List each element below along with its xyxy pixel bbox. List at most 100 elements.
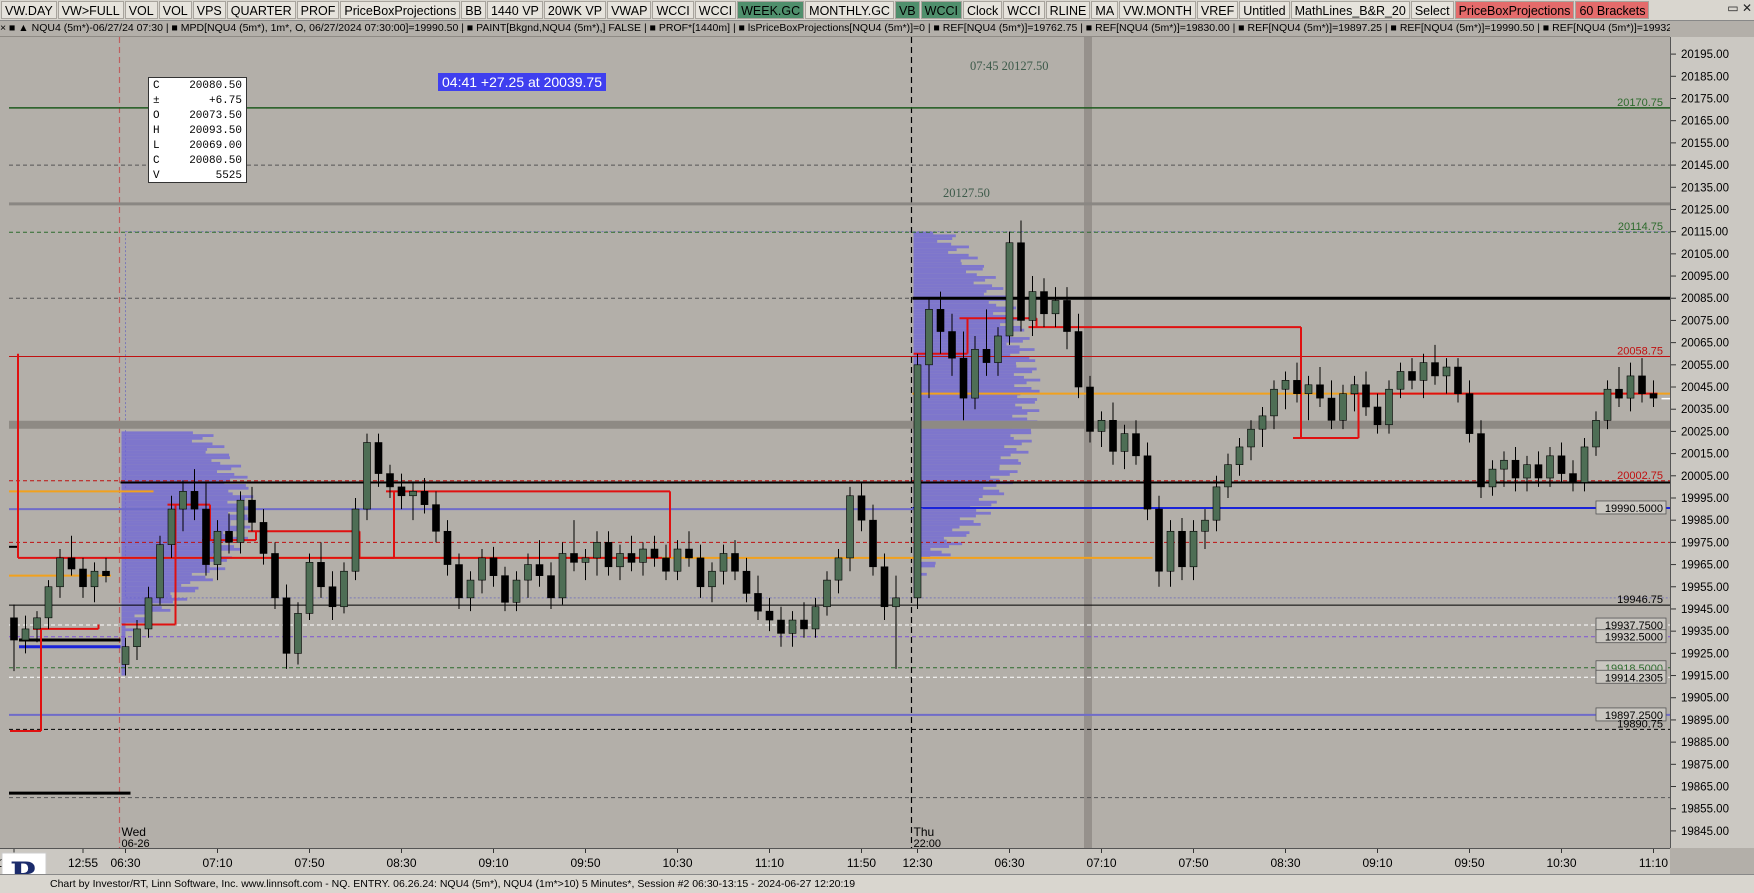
candle-body <box>1419 362 1428 381</box>
toolbar-button-untitled[interactable]: Untitled <box>1239 1 1290 19</box>
candle-body <box>67 557 76 570</box>
candle <box>156 535 164 605</box>
volume-profile-bar <box>913 497 979 501</box>
volume-profile-bar <box>913 237 953 240</box>
price-axis[interactable]: 20195.00 20185.00 20175.00 20165.00 20155.00… <box>1670 37 1754 848</box>
x-tick-label: 08:30 <box>1270 856 1300 870</box>
toolbar-button-priceboxprojections[interactable]: PriceBoxProjections <box>340 1 461 19</box>
toolbar-button-priceboxprojections[interactable]: PriceBoxProjections <box>1454 1 1575 19</box>
candle-body <box>1362 384 1370 408</box>
candle-body <box>1293 380 1301 394</box>
volume-profile-bar <box>913 287 1004 290</box>
ohlc-row: V 5525 <box>153 169 242 184</box>
candle-body <box>56 557 64 588</box>
toolbar-button-vw-day[interactable]: VW.DAY <box>1 1 57 19</box>
volume-profile-bar <box>913 239 938 243</box>
toolbar-button-60-brackets[interactable]: 60 Brackets <box>1575 1 1650 19</box>
x-tick-label: 09:50 <box>570 856 600 870</box>
volume-profile-bar <box>121 525 251 529</box>
volume-profile-bar <box>913 484 997 487</box>
volume-profile-bar <box>913 461 1021 465</box>
candle-body <box>604 542 613 568</box>
volume-profile-bar <box>913 503 992 507</box>
toolbar-button-monthly-gc[interactable]: MONTHLY.GC <box>805 1 894 19</box>
candle-body <box>21 628 30 641</box>
candle-body <box>432 504 440 532</box>
candle-body <box>811 606 820 630</box>
day-label: Wed <box>122 825 146 839</box>
candle-body <box>1580 446 1589 483</box>
candle-body <box>271 553 279 599</box>
candle-body <box>1155 508 1163 572</box>
toolbar-button-rline[interactable]: RLINE <box>1045 1 1091 19</box>
x-tick-label: 10:30 <box>662 856 692 870</box>
volume-profile-bar <box>913 522 981 526</box>
toolbar: VW.DAY VW>FULL VOL VOL VPS QUARTER PROF PriceBo… <box>0 0 1754 21</box>
candle-body <box>1442 366 1451 377</box>
volume-profile-bar <box>121 442 213 446</box>
candle-body <box>708 570 716 588</box>
candle-body <box>719 553 728 572</box>
x-tick-label: 09:50 <box>1454 856 1484 870</box>
toolbar-button-clock[interactable]: Clock <box>962 1 1003 19</box>
toolbar-button-vol[interactable]: VOL <box>124 1 158 19</box>
toolbar-button-20wk-vp[interactable]: 20WK VP <box>543 1 607 19</box>
candle-body <box>351 508 360 572</box>
ohlc-value: 20080.50 <box>189 80 242 92</box>
volume-profile-bar <box>121 620 149 623</box>
volume-profile-bar <box>913 489 1000 493</box>
toolbar-button-wcci[interactable]: WCCI <box>694 1 737 19</box>
toolbar-button-vol[interactable]: VOL <box>158 1 192 19</box>
toolbar-button-vwap[interactable]: VWAP <box>607 1 652 19</box>
volume-profile-bar <box>121 436 203 440</box>
toolbar-button-ma[interactable]: MA <box>1091 1 1119 19</box>
price-label: 19932.5000 <box>1605 632 1663 644</box>
toolbar-button-wcci[interactable]: WCCI <box>920 1 962 19</box>
volume-profile-bar <box>913 292 984 296</box>
time-axis[interactable]: 12:1512:5506:3007:1007:5008:3009:1009:50… <box>0 848 1670 875</box>
candle-body <box>800 619 808 630</box>
ohlc-row: H 20093.50 <box>153 124 242 139</box>
toolbar-button-bb[interactable]: BB <box>461 1 486 19</box>
price-chart-plot[interactable]: 20170.75 20114.75 20058.75 20002.75 19990.50… <box>0 37 1670 848</box>
toolbar-button-vps[interactable]: VPS <box>192 1 226 19</box>
toolbar-button-prof[interactable]: PROF <box>296 1 340 19</box>
toolbar-button-week-gc[interactable]: WEEK.GC <box>737 1 805 19</box>
volume-profile-bar <box>913 289 987 293</box>
toolbar-button-wcci[interactable]: WCCI <box>652 1 694 19</box>
toolbar-button-vw-month[interactable]: VW.MONTH <box>1119 1 1196 19</box>
y-tick-label: 20115.00 <box>1681 227 1728 239</box>
volume-profile-bar <box>121 434 214 437</box>
toolbar-button-quarter[interactable]: QUARTER <box>226 1 296 19</box>
window-controls[interactable]: ▭ ✕ <box>1727 1 1752 15</box>
y-tick-label: 19975.00 <box>1681 537 1729 549</box>
volume-profile-bar <box>913 267 983 271</box>
volume-profile-bar <box>913 473 1010 476</box>
y-tick-label: 19925.00 <box>1681 648 1729 660</box>
volume-profile-bar <box>913 459 1019 462</box>
candle-body <box>558 553 567 599</box>
volume-profile-bar <box>121 570 210 573</box>
candle-body <box>1385 388 1393 426</box>
candle-body <box>535 564 544 576</box>
volume-profile-bar <box>913 262 962 265</box>
candle-body <box>167 508 176 545</box>
candle-body <box>639 548 647 563</box>
y-tick-label: 19875.00 <box>1681 759 1729 771</box>
toolbar-button-vw-full[interactable]: VW>FULL <box>57 1 124 19</box>
toolbar-button-vref[interactable]: VREF <box>1196 1 1239 19</box>
candle-body <box>857 495 866 521</box>
volume-profile-bar <box>121 564 210 568</box>
candle-body <box>79 568 87 588</box>
toolbar-button-select[interactable]: Select <box>1410 1 1454 19</box>
toolbar-button-vb[interactable]: VB <box>894 1 920 19</box>
candle <box>913 353 922 609</box>
candle-body <box>1201 519 1209 532</box>
candle-body <box>581 557 590 563</box>
candle-body <box>386 473 394 488</box>
toolbar-button-wcci[interactable]: WCCI <box>1003 1 1045 19</box>
toolbar-button-1440-vp[interactable]: 1440 VP <box>486 1 543 19</box>
toolbar-button-mathlines-b-r-20[interactable]: MathLines_B&R_20 <box>1290 1 1410 19</box>
ohlc-row: C 20080.50 <box>153 79 242 94</box>
volume-profile-bar <box>913 406 1022 410</box>
